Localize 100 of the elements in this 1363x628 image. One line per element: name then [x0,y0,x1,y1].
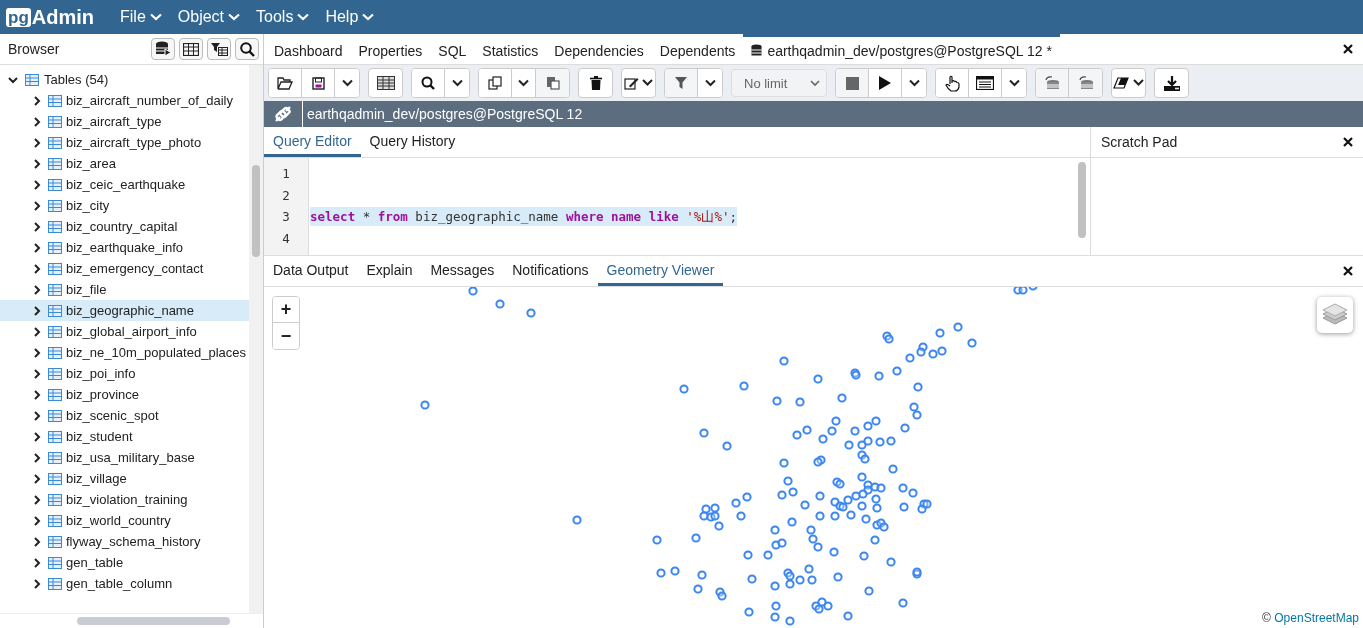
toolbar-button[interactable] [1111,68,1146,98]
table-icon [48,409,62,422]
tree-item[interactable]: biz_global_airport_info [0,321,249,342]
tab[interactable]: Dashboard [266,34,351,64]
close-icon[interactable] [1343,137,1353,147]
chevron-right-icon[interactable] [32,410,42,421]
menu-item[interactable]: Tools [250,0,316,34]
chevron-right-icon[interactable] [32,95,42,106]
tree-item[interactable]: biz_poi_info [0,363,249,384]
toolbar-button[interactable] [368,68,403,98]
tab[interactable]: Notifications [503,256,598,286]
tab[interactable]: Dependents [651,34,744,64]
filter-rows-button[interactable] [207,38,231,60]
chevron-right-icon[interactable] [32,116,42,127]
tab[interactable]: SQL [430,34,475,64]
scrollbar[interactable] [1078,162,1086,238]
tree-item[interactable]: biz_country_capital [0,216,249,237]
tree-item[interactable]: Tables (54) [0,69,249,90]
chevron-right-icon[interactable] [32,221,42,232]
tab[interactable]: Query History [360,127,465,157]
close-icon[interactable] [1343,44,1353,54]
plug-icon [273,104,293,124]
chevron-right-icon[interactable] [32,347,42,358]
tree-item[interactable]: biz_ceic_earthquake [0,174,249,195]
edit-icon [623,76,654,90]
sql-editor[interactable]: 1 2 3 4 select * from biz_geographic_name where name like '%山%'; [264,158,1090,255]
toolbar-button[interactable] [269,69,302,97]
tree-item[interactable]: biz_city [0,195,249,216]
chevron-right-icon[interactable] [32,557,42,568]
tree-item[interactable]: biz_student [0,426,249,447]
chevron-right-icon[interactable] [32,578,42,589]
close-icon[interactable] [1343,266,1353,276]
map-view[interactable]: + − © OpenStreetMap [264,287,1363,628]
menu-item[interactable]: File [114,0,168,34]
toolbar-button[interactable] [936,69,969,97]
chevron-right-icon[interactable] [32,305,42,316]
tree-item[interactable]: biz_ne_10m_populated_places [0,342,249,363]
chevron-right-icon[interactable] [32,452,42,463]
scrollbar[interactable] [249,65,263,613]
hand-pointer-icon [944,74,960,92]
toolbar-button[interactable] [1154,68,1189,98]
chevron-down-icon[interactable] [8,74,18,85]
toolbar-button[interactable] [621,68,656,98]
caret-icon [1008,79,1020,87]
menu-item[interactable]: Object [171,0,247,34]
chevron-right-icon[interactable] [32,368,42,379]
chevron-right-icon[interactable] [32,431,42,442]
chevron-right-icon[interactable] [32,242,42,253]
zoom-in-button[interactable]: + [273,297,299,323]
tab[interactable]: Properties [350,34,431,64]
chevron-right-icon[interactable] [32,263,42,274]
toolbar-button[interactable] [412,69,445,97]
tab[interactable]: Statistics [474,34,547,64]
toolbar-button[interactable] [665,69,698,97]
query-tool-button[interactable] [151,38,175,60]
logo[interactable]: pg Admin [6,5,94,29]
tree-item[interactable]: biz_emergency_contact [0,258,249,279]
tab[interactable]: Data Output [264,256,358,286]
line-number: 4 [281,229,291,248]
tree-item[interactable]: biz_geographic_name [0,300,249,321]
tree-item[interactable]: biz_aircraft_number_of_daily [0,90,249,111]
chevron-right-icon[interactable] [32,389,42,400]
tree-item[interactable]: biz_aircraft_type [0,111,249,132]
tree-item[interactable]: biz_violation_training [0,489,249,510]
table-icon [48,388,62,401]
tree-item[interactable]: biz_area [0,153,249,174]
tree-item[interactable]: biz_aircraft_type_photo [0,132,249,153]
tab[interactable]: Messages [421,256,504,286]
chevron-right-icon[interactable] [32,179,42,190]
tab[interactable]: Dependencies [546,34,652,64]
chevron-right-icon[interactable] [32,200,42,211]
tree-item[interactable]: gen_table_column [0,573,249,594]
chevron-right-icon[interactable] [32,494,42,505]
tree-item[interactable]: biz_usa_military_base [0,447,249,468]
tree-item[interactable]: biz_scenic_spot [0,405,249,426]
chevron-right-icon[interactable] [32,137,42,148]
toolbar-button[interactable] [578,68,613,98]
tree-item[interactable]: biz_village [0,468,249,489]
tree-item[interactable]: gen_table [0,552,249,573]
chevron-right-icon[interactable] [32,515,42,526]
database-icon [1077,75,1094,91]
tree-item[interactable]: biz_province [0,384,249,405]
tree-item[interactable]: flyway_schema_history [0,531,249,552]
chevron-right-icon[interactable] [32,536,42,547]
chevron-right-icon[interactable] [32,473,42,484]
attribution-link[interactable]: OpenStreetMap [1274,611,1359,625]
scrollbar[interactable] [0,613,263,628]
chevron-right-icon[interactable] [32,326,42,337]
tree-item[interactable]: biz_world_country [0,510,249,531]
menu-item[interactable]: Help [319,0,381,34]
tab[interactable]: Geometry Viewer [597,256,724,286]
view-data-button[interactable] [179,38,203,60]
search-button[interactable] [235,38,259,60]
chevron-right-icon[interactable] [32,284,42,295]
row-limit-select[interactable]: No limit [731,69,827,97]
tab[interactable]: Explain [357,256,422,286]
table-icon [48,262,62,275]
chevron-right-icon[interactable] [32,158,42,169]
tree-item[interactable]: biz_file [0,279,249,300]
tree-item[interactable]: biz_earthquake_info [0,237,249,258]
